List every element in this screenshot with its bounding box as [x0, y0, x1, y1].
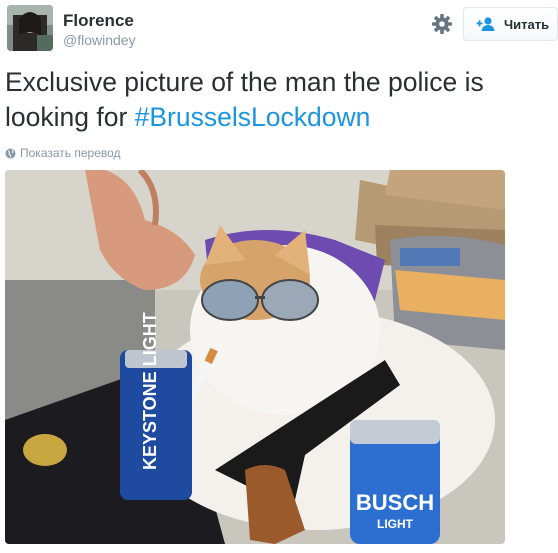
add-user-icon	[476, 17, 495, 31]
follow-label: Читать	[504, 16, 550, 32]
display-name[interactable]: Florence	[63, 11, 136, 31]
tweet-header: Florence @flowindey Читать	[7, 5, 558, 55]
avatar-image	[7, 5, 53, 51]
tweet-text: Exclusive picture of the man the police …	[5, 65, 553, 135]
follow-button[interactable]: Читать	[463, 7, 558, 41]
translate-link[interactable]: Показать перевод	[5, 146, 121, 160]
globe-icon	[5, 148, 16, 158]
screen-name[interactable]: @flowindey	[63, 31, 136, 49]
can-right-sub: LIGHT	[377, 517, 414, 531]
hashtag-link[interactable]: #BrusselsLockdown	[135, 102, 371, 132]
can-right-brand: BUSCH	[356, 490, 434, 515]
avatar[interactable]	[7, 5, 53, 51]
translate-label: Показать перевод	[20, 146, 121, 160]
cat-photo: KEYSTONE LIGHT BUSCH LIGHT	[5, 170, 505, 544]
gear-icon[interactable]	[431, 13, 453, 35]
can-left-label: KEYSTONE LIGHT	[140, 312, 160, 470]
tweet-photo[interactable]: KEYSTONE LIGHT BUSCH LIGHT	[5, 170, 505, 544]
user-names: Florence @flowindey	[63, 11, 136, 49]
